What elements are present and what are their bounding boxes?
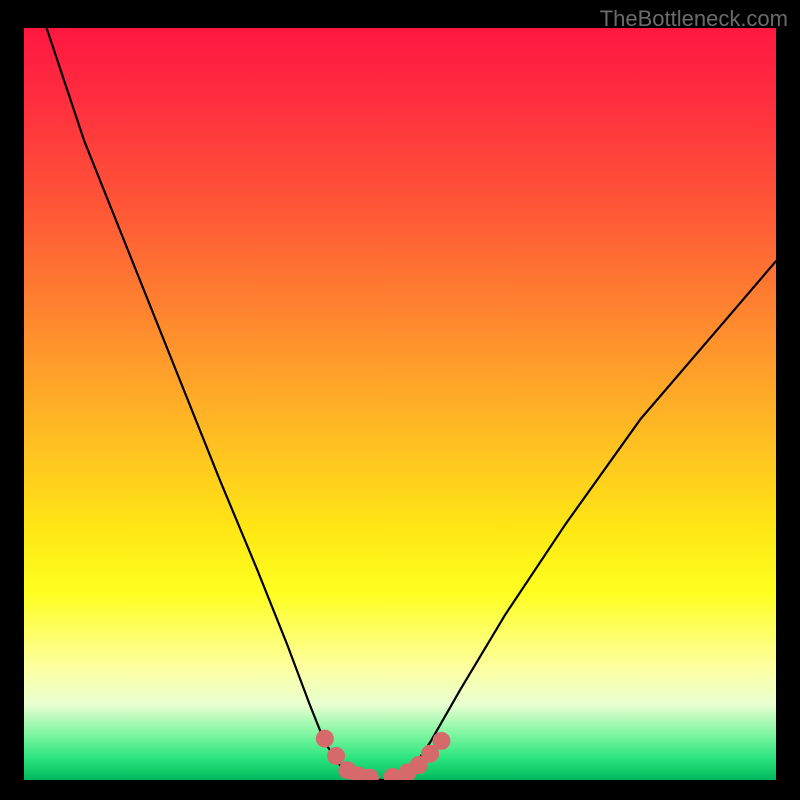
- highlight-dots-group: [316, 730, 451, 780]
- plot-area: [24, 28, 776, 780]
- bottleneck-curve-path: [47, 28, 776, 780]
- highlight-dot: [327, 747, 345, 765]
- highlight-dot: [432, 732, 450, 750]
- curve-layer: [24, 28, 776, 780]
- chart-container: TheBottleneck.com: [0, 0, 800, 800]
- watermark-text: TheBottleneck.com: [600, 6, 788, 32]
- highlight-dot: [316, 730, 334, 748]
